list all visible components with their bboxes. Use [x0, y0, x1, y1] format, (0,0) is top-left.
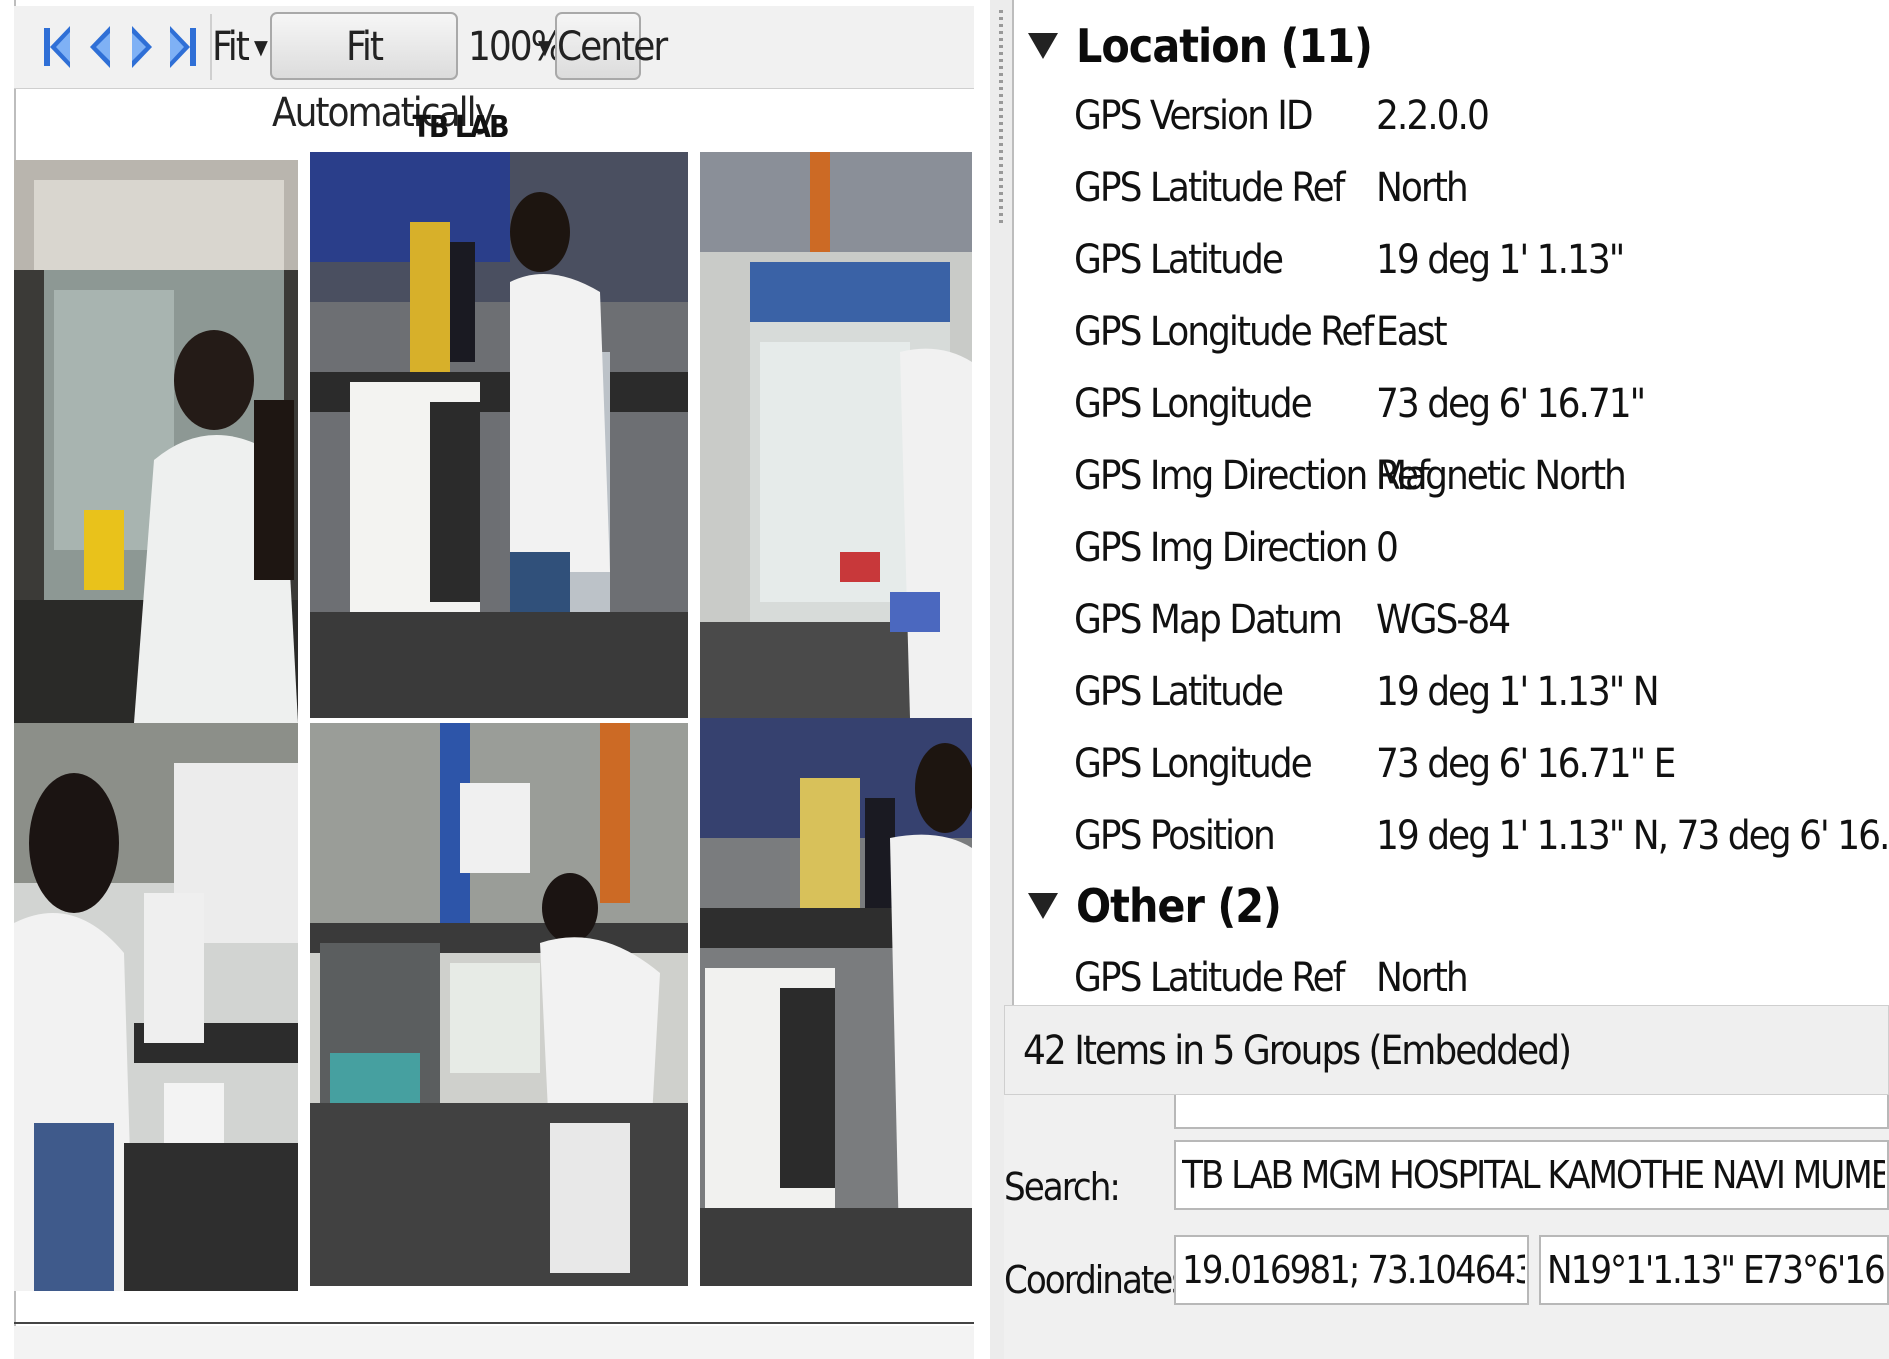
- metadata-panel: Location (11) GPS Version ID 2.2.0.0 GPS …: [1012, 0, 1889, 1005]
- lab-photo: [310, 152, 688, 718]
- first-page-icon[interactable]: [36, 16, 80, 76]
- lab-photo: [14, 723, 298, 1291]
- last-page-icon[interactable]: [160, 16, 204, 76]
- collage-title: TB LAB: [412, 110, 509, 145]
- center-button[interactable]: Center: [555, 12, 668, 80]
- viewer-bottom-border: [14, 1322, 974, 1324]
- search-input[interactable]: [1174, 1140, 1889, 1210]
- metadata-row[interactable]: GPS Longitude Ref East: [1074, 302, 1874, 362]
- metadata-status-bar: 42 Items in 5 Groups (Embedded): [1004, 1005, 1889, 1095]
- image-viewer: Fit ▼ Fit Automatically 100% ▼ Center TB…: [0, 0, 990, 1359]
- metadata-row[interactable]: GPS Latitude 19 deg 1' 1.13" N: [1074, 662, 1874, 722]
- metadata-row[interactable]: GPS Longitude 73 deg 6' 16.71" E: [1074, 734, 1874, 794]
- viewer-status-bar: [14, 1326, 974, 1359]
- group-header-other[interactable]: Other (2): [1028, 876, 1282, 936]
- fit-automatically-button[interactable]: Fit Automatically: [270, 12, 496, 136]
- location-form: Search: Coordinates:: [1004, 1095, 1889, 1359]
- coordinates-dms-input[interactable]: [1539, 1235, 1889, 1305]
- metadata-row[interactable]: GPS Latitude Ref North: [1074, 948, 1874, 995]
- metadata-row[interactable]: GPS Img Direction 0: [1074, 518, 1874, 578]
- fit-dropdown[interactable]: Fit: [212, 14, 250, 80]
- coordinates-decimal-input[interactable]: [1174, 1235, 1529, 1305]
- search-label: Search:: [1004, 1165, 1121, 1209]
- lab-photo: [14, 160, 298, 723]
- zoom-dropdown-caret-icon[interactable]: ▼: [538, 14, 552, 80]
- metadata-row[interactable]: GPS Position 19 deg 1' 1.13" N, 73 deg 6'…: [1074, 806, 1889, 866]
- partially-hidden-field[interactable]: [1174, 1095, 1889, 1129]
- metadata-row[interactable]: GPS Img Direction Ref Magnetic North: [1074, 446, 1874, 506]
- fit-dropdown-caret-icon[interactable]: ▼: [254, 14, 268, 80]
- lab-photo: [700, 718, 972, 1286]
- metadata-row[interactable]: GPS Latitude Ref North: [1074, 158, 1874, 218]
- metadata-row[interactable]: GPS Longitude 73 deg 6' 16.71": [1074, 374, 1874, 434]
- metadata-row[interactable]: GPS Latitude 19 deg 1' 1.13": [1074, 230, 1874, 290]
- collapse-triangle-icon[interactable]: [1028, 892, 1058, 919]
- collapse-triangle-icon[interactable]: [1028, 32, 1058, 59]
- lab-photo: [700, 152, 972, 718]
- viewer-toolbar: Fit ▼ Fit Automatically 100% ▼ Center: [14, 6, 974, 136]
- coordinates-label: Coordinates:: [1004, 1258, 1199, 1302]
- metadata-row[interactable]: GPS Map Datum WGS-84: [1074, 590, 1874, 650]
- group-header-location[interactable]: Location (11): [1028, 16, 1373, 76]
- lab-photo: [310, 723, 688, 1286]
- metadata-row[interactable]: GPS Version ID 2.2.0.0: [1074, 86, 1874, 146]
- next-page-icon[interactable]: [118, 16, 162, 76]
